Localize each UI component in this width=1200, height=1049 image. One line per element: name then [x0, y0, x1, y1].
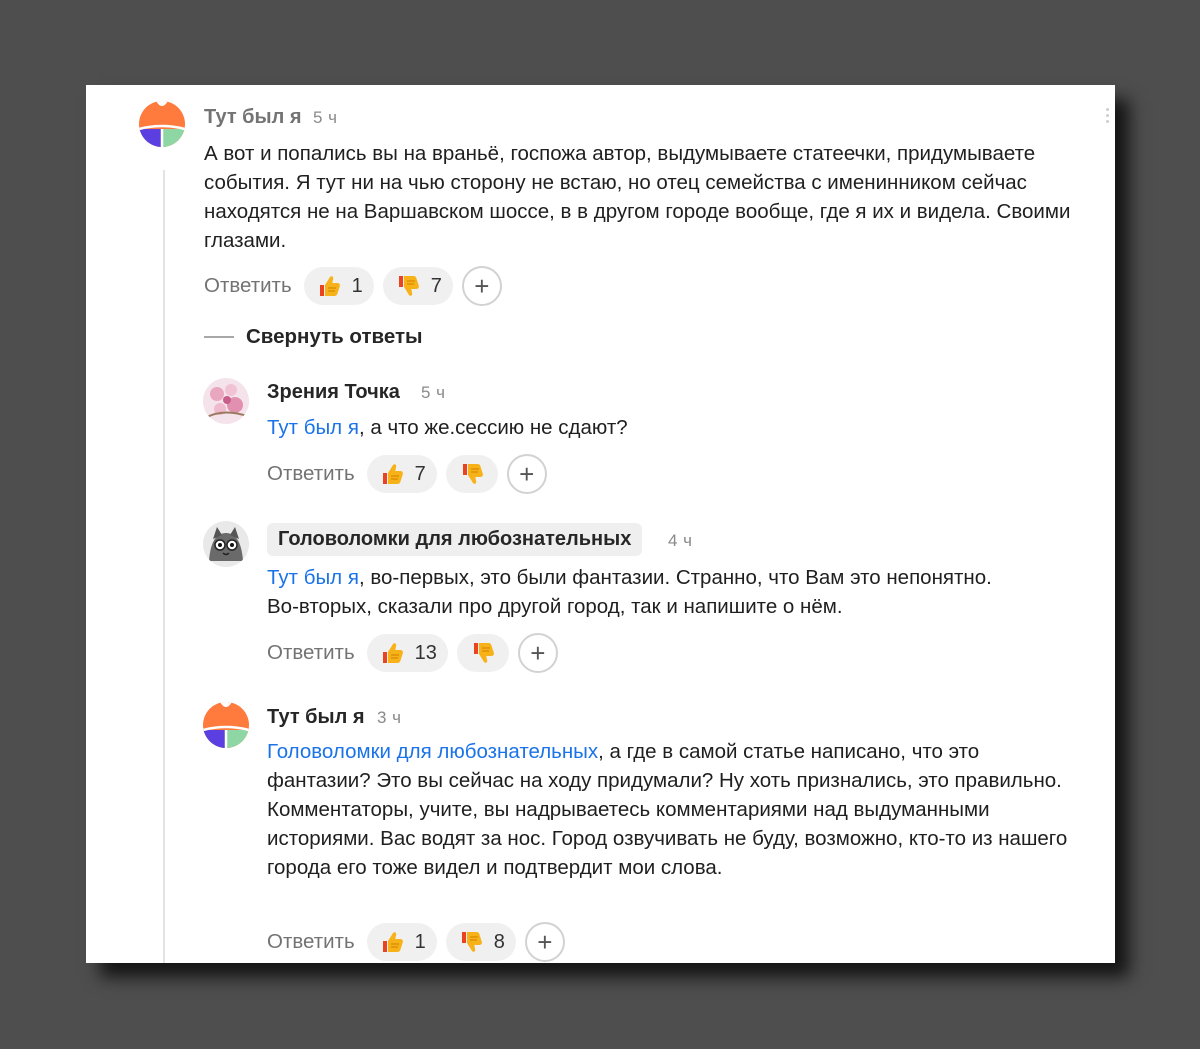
- plus-icon: +: [519, 458, 535, 489]
- scroll-indicator[interactable]: [1106, 108, 1110, 128]
- like-button[interactable]: 7: [366, 455, 437, 493]
- like-button[interactable]: 1: [303, 267, 374, 305]
- mention-link[interactable]: Тут был я: [267, 416, 359, 439]
- avatar-icon[interactable]: [203, 521, 249, 567]
- comment-time: 5 ч: [313, 108, 338, 127]
- like-button[interactable]: 13: [366, 634, 448, 672]
- dash-icon: [204, 336, 234, 338]
- like-count: 13: [414, 641, 437, 664]
- comment-text: Тут был я, во-первых, это были фантазии.…: [267, 566, 992, 618]
- add-reaction-button[interactable]: +: [524, 922, 565, 962]
- comment-time: 3 ч: [377, 708, 402, 727]
- thread-line: [163, 170, 165, 963]
- reply-button[interactable]: Ответить: [267, 641, 355, 665]
- collapse-replies-button[interactable]: Свернуть ответы: [204, 325, 423, 349]
- thumbs-up-icon: [379, 461, 405, 487]
- avatar-icon[interactable]: [139, 101, 185, 147]
- comment-actions: Ответить 1 7 +: [204, 266, 502, 306]
- thumbs-down-icon: [470, 640, 496, 666]
- dislike-count: 7: [430, 274, 442, 297]
- thumbs-up-icon: [379, 640, 405, 666]
- dislike-button[interactable]: [445, 455, 498, 493]
- thumbs-up-icon: [316, 273, 342, 299]
- avatar-icon[interactable]: [203, 702, 249, 748]
- comment-text: Головоломки для любознательных, а где в …: [267, 740, 1068, 879]
- thumbs-up-icon: [379, 929, 405, 955]
- like-count: 1: [351, 274, 363, 297]
- reply-button[interactable]: Ответить: [204, 274, 292, 298]
- comment-actions: Ответить 1 8 +: [267, 922, 565, 962]
- comment-author[interactable]: Тут был я: [267, 706, 365, 729]
- plus-icon: +: [530, 637, 546, 668]
- reply-button[interactable]: Ответить: [267, 462, 355, 486]
- like-count: 1: [414, 930, 426, 953]
- dislike-button[interactable]: 8: [445, 923, 516, 961]
- reply-button[interactable]: Ответить: [267, 930, 355, 954]
- collapse-replies-label: Свернуть ответы: [246, 325, 423, 348]
- comment-text: Тут был я, а что же.сессию не сдают?: [267, 416, 628, 439]
- comment-time: 4 ч: [668, 531, 693, 550]
- add-reaction-button[interactable]: +: [517, 633, 558, 673]
- dislike-count: 8: [493, 930, 505, 953]
- plus-icon: +: [537, 926, 553, 957]
- add-reaction-button[interactable]: +: [506, 454, 547, 494]
- like-count: 7: [414, 462, 426, 485]
- add-reaction-button[interactable]: +: [461, 266, 502, 306]
- mention-link[interactable]: Тут был я: [267, 566, 359, 589]
- comment-author[interactable]: Тут был я: [204, 106, 302, 129]
- comment-time: 5 ч: [421, 383, 446, 402]
- thumbs-down-icon: [459, 461, 485, 487]
- comment-actions: Ответить 7 +: [267, 454, 547, 494]
- comment-text: А вот и попались вы на враньё, госпожа а…: [204, 142, 1071, 252]
- thumbs-down-icon: [395, 273, 421, 299]
- comment-author[interactable]: Зрения Точка: [267, 381, 400, 404]
- avatar-icon[interactable]: [203, 378, 249, 424]
- like-button[interactable]: 1: [366, 923, 437, 961]
- thumbs-down-icon: [458, 929, 484, 955]
- dislike-button[interactable]: [456, 634, 509, 672]
- plus-icon: +: [474, 270, 490, 301]
- mention-link[interactable]: Головоломки для любознательных: [267, 740, 598, 763]
- comment-actions: Ответить 13 +: [267, 633, 558, 673]
- dislike-button[interactable]: 7: [382, 267, 453, 305]
- comment-author[interactable]: Головоломки для любознательных: [267, 523, 643, 556]
- comments-panel: Тут был я 5 ч А вот и попались вы на вра…: [86, 85, 1115, 963]
